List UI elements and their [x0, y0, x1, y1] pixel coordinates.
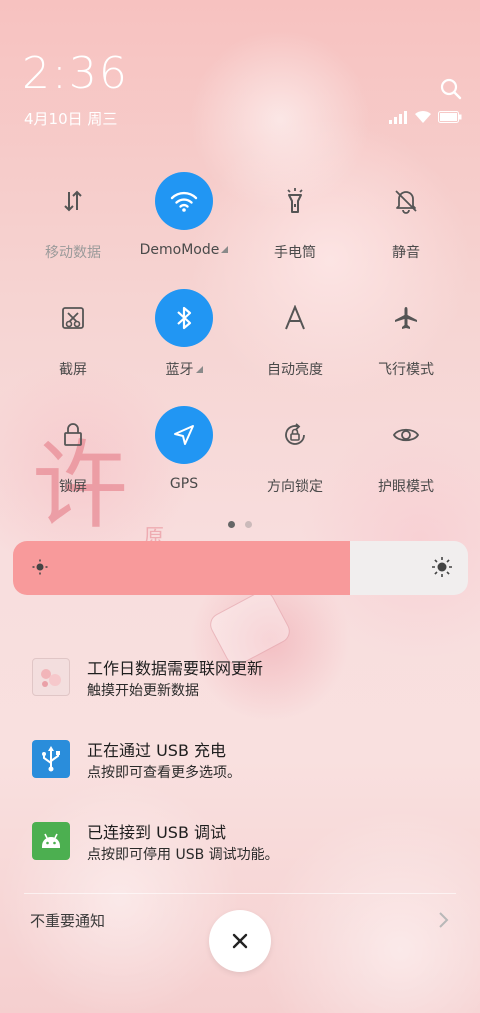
brightness-low-icon	[32, 559, 48, 575]
tile-label: DemoMode	[134, 242, 234, 258]
divider	[24, 893, 456, 894]
notification-usb-charging[interactable]: 正在通过 USB 充电 点按即可查看更多选项。	[32, 740, 452, 784]
status-icons	[388, 110, 462, 124]
auto-brightness-icon	[285, 305, 305, 330]
notification-subtitle: 触摸开始更新数据	[87, 683, 199, 699]
signal-icon	[389, 111, 407, 124]
android-icon	[32, 822, 70, 860]
rotation-lock-icon	[285, 423, 305, 445]
tile-label: 截屏	[59, 362, 87, 378]
close-icon	[232, 933, 248, 949]
bluetooth-icon	[177, 306, 192, 330]
tile-label: 方向锁定	[267, 479, 323, 495]
tile-gps[interactable]: GPS	[134, 406, 234, 492]
wifi-status-icon	[415, 110, 431, 123]
tile-label: 自动亮度	[267, 362, 323, 378]
brightness-high-icon	[432, 557, 452, 577]
tile-eye-care[interactable]: 护眼模式	[356, 406, 456, 496]
battery-icon	[438, 111, 462, 123]
tile-auto-brightness[interactable]: 自动亮度	[245, 289, 345, 379]
usb-icon	[32, 740, 70, 778]
chevron-right-icon[interactable]	[436, 910, 450, 930]
tile-label: 手电筒	[274, 245, 316, 261]
mute-bell-icon	[395, 190, 417, 214]
unimportant-notifications-link[interactable]: 不重要通知	[30, 910, 105, 931]
notification-title: 工作日数据需要联网更新	[87, 659, 264, 678]
tile-label: 护眼模式	[378, 479, 434, 495]
notification-calendar-update[interactable]: 工作日数据需要联网更新 触摸开始更新数据	[32, 658, 452, 702]
tile-label: GPS	[169, 476, 199, 492]
gps-icon	[174, 425, 194, 445]
tile-bluetooth[interactable]: 蓝牙	[134, 289, 234, 379]
expand-caret-icon	[195, 366, 203, 373]
tile-label: 蓝牙	[134, 359, 234, 379]
clear-all-button[interactable]	[209, 910, 271, 972]
tile-label: 移动数据	[45, 245, 101, 261]
page-indicator	[228, 521, 252, 528]
tile-lock-screen[interactable]: 锁屏	[23, 406, 123, 496]
tile-wifi[interactable]: DemoMode	[134, 172, 234, 258]
lock-icon	[64, 423, 82, 446]
tile-label: 静音	[392, 245, 420, 261]
brightness-level-fill	[13, 541, 350, 595]
tile-flashlight[interactable]: 手电筒	[245, 172, 345, 262]
tile-airplane[interactable]: 飞行模式	[356, 289, 456, 379]
tile-mobile-data[interactable]: 移动数据	[23, 172, 123, 262]
notification-title: 正在通过 USB 充电	[87, 741, 227, 760]
search-button[interactable]	[438, 76, 464, 102]
tile-screenshot[interactable]: 截屏	[23, 289, 123, 379]
flashlight-icon	[287, 188, 303, 213]
brightness-slider[interactable]	[13, 541, 468, 595]
clock-time: 2:36	[22, 48, 129, 99]
expand-caret-icon	[221, 246, 229, 253]
tile-label: 锁屏	[59, 479, 87, 495]
airplane-icon	[395, 307, 417, 329]
wifi-icon	[170, 191, 198, 212]
clock-date: 4月10日 周三	[24, 110, 118, 128]
notification-subtitle: 点按即可停用 USB 调试功能。	[87, 847, 279, 863]
notification-usb-debugging[interactable]: 已连接到 USB 调试 点按即可停用 USB 调试功能。	[32, 822, 452, 866]
page-dot	[245, 521, 252, 528]
calendar-app-icon	[32, 658, 70, 696]
mobile-data-icon	[64, 190, 82, 212]
screenshot-icon	[62, 307, 84, 329]
notification-subtitle: 点按即可查看更多选项。	[87, 765, 241, 781]
tile-label: 飞行模式	[378, 362, 434, 378]
tile-mute[interactable]: 静音	[356, 172, 456, 262]
wallpaper-bottle	[205, 586, 295, 670]
page-dot-active	[228, 521, 235, 528]
search-icon	[440, 78, 462, 100]
notification-title: 已连接到 USB 调试	[87, 823, 227, 842]
eye-icon	[392, 428, 420, 442]
tile-rotation-lock[interactable]: 方向锁定	[245, 406, 345, 496]
